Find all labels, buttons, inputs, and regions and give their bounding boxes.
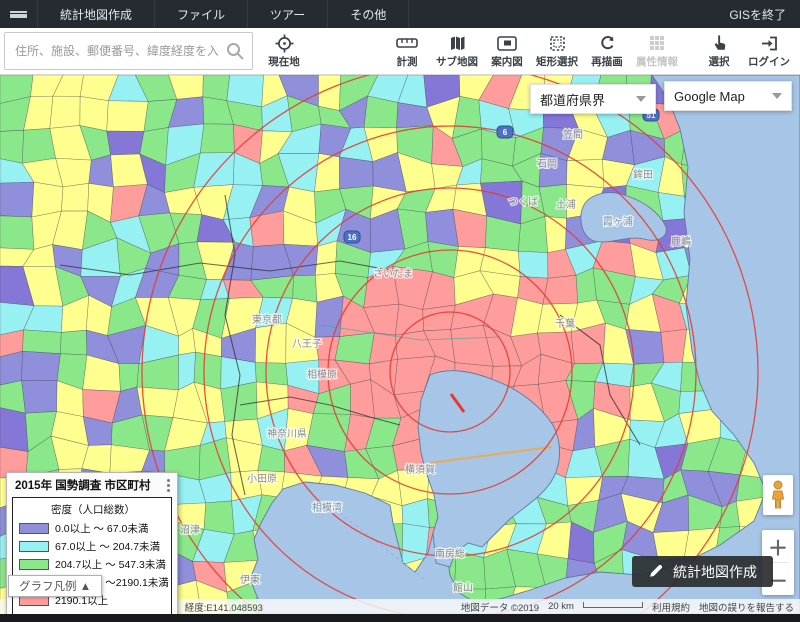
- svg-text:6: 6: [503, 128, 508, 137]
- terms-link[interactable]: 利用規約: [652, 600, 690, 614]
- create-statmap-label: 統計地図作成: [673, 562, 757, 582]
- submap-icon: [449, 33, 466, 53]
- menu-item-tour[interactable]: ツアー: [248, 0, 328, 28]
- rect-select-icon: [549, 33, 566, 53]
- map-place-label: 小田原: [247, 473, 277, 485]
- search-box: [4, 32, 253, 70]
- map-place-label: 鹿嶋: [671, 235, 691, 248]
- map-place-label: 相模原: [307, 368, 337, 381]
- map-place-label: 鉾田: [633, 168, 653, 181]
- hamburger-menu-icon[interactable]: [0, 0, 38, 28]
- legend-swatch: [19, 523, 49, 534]
- map-place-label: 沼津: [180, 523, 200, 536]
- footer-bar: [0, 614, 800, 622]
- toolbar-right-group: 計測 サブ地図 案内図: [382, 29, 794, 73]
- map-place-label: 神奈川県: [267, 427, 307, 440]
- boundary-select-value: 都道府県界: [540, 90, 605, 109]
- pencil-icon: [648, 564, 663, 579]
- legend-item: 204.7以上 ～ 547.3未満: [19, 557, 167, 572]
- exit-gis-button[interactable]: GISを終了: [715, 0, 800, 28]
- login-button[interactable]: ログイン: [746, 29, 792, 73]
- map-place-label: 東京都: [252, 313, 282, 326]
- graph-legend-toggle[interactable]: グラフ凡例 ▲: [8, 575, 102, 597]
- map-place-label: 館山: [453, 581, 473, 594]
- measure-button[interactable]: 計測: [384, 29, 430, 73]
- create-statmap-button[interactable]: 統計地図作成: [632, 556, 773, 587]
- pegman-icon: [770, 480, 786, 510]
- legend-title: 2015年 国勢調査 市区町村: [15, 477, 163, 493]
- map-place-label: 笠間: [563, 128, 583, 141]
- inset-map-button[interactable]: 案内図: [484, 29, 530, 73]
- menu-spacer: [409, 0, 715, 28]
- map-place-label: 八王子: [292, 338, 322, 350]
- submap-button[interactable]: サブ地図: [434, 29, 480, 73]
- basemap-select-value: Google Map: [674, 89, 745, 104]
- legend-item: 67.0以上 ～ 204.7未満: [19, 539, 167, 554]
- attribute-info-button: 属性情報: [634, 29, 680, 73]
- chevron-down-icon: [772, 93, 782, 99]
- legend-menu-icon[interactable]: [163, 478, 173, 493]
- road-shield: 6: [497, 126, 513, 138]
- hand-select-icon: [711, 33, 727, 53]
- legend-subtitle: 密度（人口総数）: [19, 502, 167, 517]
- map-place-label: 横須賀: [405, 463, 435, 476]
- map-place-label: さいたま: [373, 268, 413, 280]
- map-place-label: 霞ヶ浦: [603, 215, 633, 228]
- road-shield: 16: [344, 231, 360, 243]
- menu-item-statmap[interactable]: 統計地図作成: [38, 0, 155, 28]
- menu-item-file[interactable]: ファイル: [155, 0, 248, 28]
- inset-map-icon: [497, 33, 517, 53]
- refresh-icon: [599, 33, 616, 53]
- select-button[interactable]: 選択: [696, 29, 742, 73]
- map-place-label: 石岡: [537, 158, 557, 170]
- legend-swatch: [19, 559, 49, 570]
- report-error-link[interactable]: 地図の誤りを報告する: [699, 600, 794, 614]
- menu-bar: 統計地図作成 ファイル ツアー その他 GISを終了: [0, 0, 800, 28]
- longitude-readout: 経度:E141.048593: [185, 600, 263, 614]
- current-location-button[interactable]: 現在地: [261, 29, 307, 73]
- legend-item: 0.0以上 ～ 67.0未満: [19, 521, 167, 536]
- map-place-label: 千葉: [555, 317, 575, 330]
- scale-bar: [583, 602, 643, 608]
- search-input[interactable]: [4, 32, 253, 70]
- scale-label: 20 km: [548, 601, 574, 612]
- crosshair-icon: [275, 33, 294, 53]
- toolbar: 現在地 計測 サブ地図: [0, 28, 800, 75]
- map-canvas[interactable]: 51166笠間つくば土浦石岡鉾田鹿嶋霞ヶ浦さいたま東京都八王子相模原神奈川県千葉…: [0, 75, 800, 614]
- menu-item-other[interactable]: その他: [328, 0, 409, 28]
- map-place-label: 土浦: [556, 198, 576, 211]
- map-place-label: 相模湾: [312, 501, 342, 514]
- login-icon: [760, 33, 778, 53]
- rect-select-button[interactable]: 矩形選択: [534, 29, 580, 73]
- map-place-label: 南房総: [435, 547, 465, 560]
- map-copyright: 地図データ ©2019: [461, 600, 539, 614]
- map-place-label: つくば: [508, 196, 538, 208]
- map-place-label: 伊東: [240, 573, 260, 586]
- basemap-select[interactable]: Google Map: [664, 81, 792, 111]
- attribute-grid-icon: [649, 33, 665, 53]
- chevron-down-icon: [636, 96, 646, 102]
- boundary-layer-select[interactable]: 都道府県界: [530, 84, 656, 114]
- search-icon[interactable]: [225, 41, 245, 61]
- pegman-control[interactable]: [763, 475, 793, 515]
- svg-text:16: 16: [348, 233, 357, 242]
- legend-swatch: [19, 541, 49, 552]
- ruler-icon: [396, 33, 418, 53]
- redraw-button[interactable]: 再描画: [584, 29, 630, 73]
